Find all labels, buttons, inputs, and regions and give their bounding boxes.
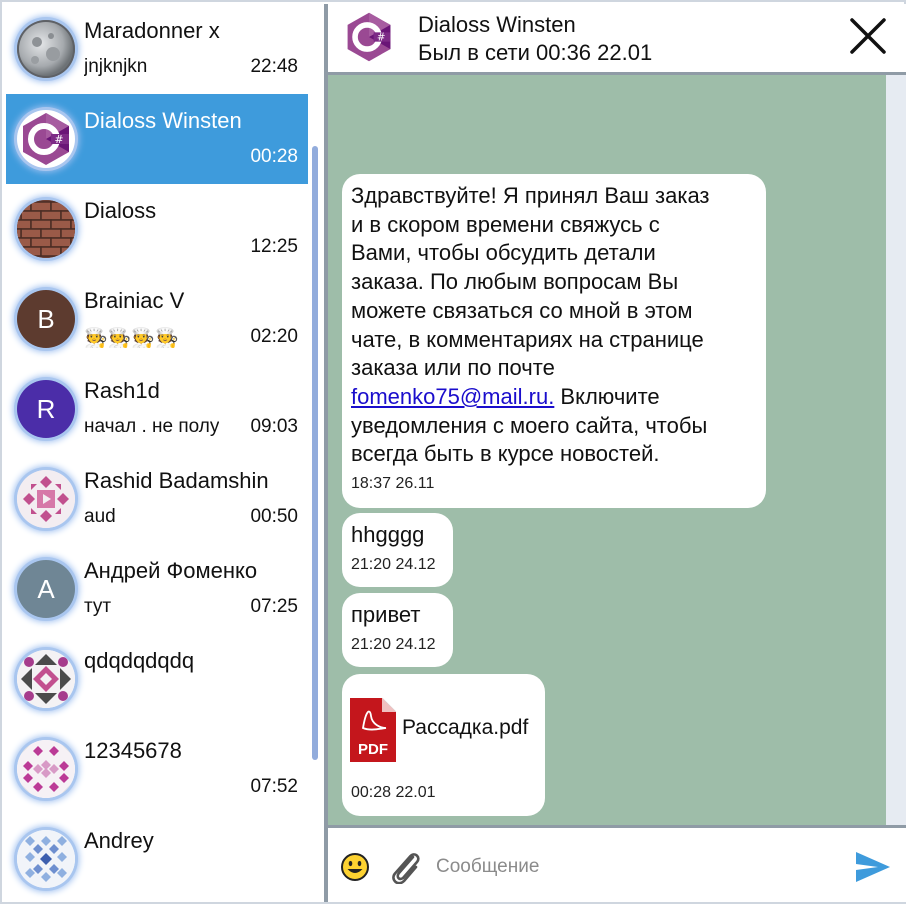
- last-seen-status: Был в сети 00:36 22.01: [418, 40, 653, 65]
- header-avatar-csharp-icon[interactable]: #: [342, 10, 396, 64]
- svg-text:#: #: [54, 133, 63, 146]
- chat-item-rash1d[interactable]: R Rash1d начал . не полу 09:03: [6, 364, 308, 454]
- avatar-identicon-blue: [17, 830, 75, 888]
- close-icon[interactable]: [848, 16, 888, 56]
- avatar-identicon-purple-gray: [17, 650, 75, 708]
- chat-time: 07:25: [250, 596, 298, 617]
- pdf-icon[interactable]: PDF: [349, 697, 397, 763]
- message-input[interactable]: [434, 846, 838, 888]
- identicon-image: [17, 830, 75, 888]
- chat-name: 12345678: [84, 738, 182, 763]
- message-composer: [328, 825, 906, 902]
- message-bubble: Здравствуйте! Я принял Ваш заказ и в ско…: [342, 174, 766, 508]
- chat-name: Brainiac V: [84, 288, 185, 313]
- chat-preview: 🧑‍🍳🧑‍🍳🧑‍🍳🧑‍🍳: [84, 328, 179, 349]
- message-text-part: Здравствуйте! Я принял Ваш заказ и в ско…: [351, 183, 710, 381]
- message-time: 21:20 24.12: [351, 555, 436, 573]
- chat-time: 00:50: [250, 506, 298, 527]
- avatar-brick-wall-photo: [17, 200, 75, 258]
- chat-time: 02:20: [250, 326, 298, 347]
- message-text: Здравствуйте! Я принял Ваш заказ и в ско…: [351, 182, 757, 469]
- chat-item-brainiac-v[interactable]: B Brainiac V 🧑‍🍳🧑‍🍳🧑‍🍳🧑‍🍳 02:20: [6, 274, 308, 364]
- chat-time: 09:03: [250, 416, 298, 437]
- pdf-badge: PDF: [358, 741, 388, 758]
- moon-image: [17, 20, 75, 78]
- chat-item-andrey-fomenko[interactable]: A Андрей Фоменко тут 07:25: [6, 544, 308, 634]
- identicon-image: [17, 740, 75, 798]
- chat-item-qdqdqdqdq[interactable]: qdqdqdqdq: [6, 634, 308, 724]
- file-name[interactable]: Рассадка.pdf: [402, 716, 528, 740]
- message-bubble-file[interactable]: PDF Рассадка.pdf 00:28 22.01: [342, 674, 545, 816]
- message-text: привет: [351, 602, 421, 627]
- chat-preview: тут: [84, 596, 112, 617]
- messenger-window: Maradonner x jnjknjkn 22:48 # Dialoss Wi…: [0, 0, 906, 904]
- chat-name: qdqdqdqdq: [84, 648, 195, 673]
- svg-text:#: #: [377, 32, 386, 44]
- emoji-icon[interactable]: [340, 852, 370, 882]
- chat-preview: aud: [84, 506, 116, 527]
- sidebar-scrollbar[interactable]: [312, 146, 318, 760]
- contact-name: Dialoss Winsten: [418, 12, 576, 37]
- avatar-initial: A: [37, 573, 55, 604]
- avatar-initial: B: [37, 303, 55, 334]
- chat-time: 07:52: [250, 776, 298, 797]
- messages-scrollbar[interactable]: [886, 75, 906, 825]
- csharp-logo-icon: #: [23, 113, 69, 165]
- avatar-moon-photo: [17, 20, 75, 78]
- chat-name: Rashid Badamshin: [84, 468, 269, 493]
- paperclip-icon[interactable]: [388, 848, 422, 884]
- message-list: Здравствуйте! Я принял Ваш заказ и в ско…: [328, 75, 886, 825]
- message-bubble: привет 21:20 24.12: [342, 593, 453, 667]
- chat-item-andrey[interactable]: Andrey: [6, 814, 308, 902]
- avatar-letter: B: [17, 290, 75, 348]
- identicon-image: [17, 470, 75, 528]
- message-time: 18:37 26.11: [351, 475, 435, 493]
- chat-item-dialoss-winsten[interactable]: # Dialoss Winsten 00:28: [6, 94, 308, 184]
- identicon-image: [17, 650, 75, 708]
- message-text: hhgggg: [351, 522, 425, 547]
- brick-wall-image: [17, 200, 75, 258]
- avatar-identicon-magenta: [17, 740, 75, 798]
- chat-item-rashid-badamshin[interactable]: Rashid Badamshin aud 00:50: [6, 454, 308, 544]
- chat-name: Dialoss: [84, 198, 157, 223]
- chat-list: Maradonner x jnjknjkn 22:48 # Dialoss Wi…: [6, 4, 308, 902]
- avatar-letter: A: [17, 560, 75, 618]
- chat-item-maradonner[interactable]: Maradonner x jnjknjkn 22:48: [6, 4, 308, 94]
- chat-name: Maradonner x: [84, 18, 220, 43]
- chat-time: 22:48: [250, 56, 298, 77]
- chat-name: Dialoss Winsten: [84, 108, 242, 133]
- email-link[interactable]: fomenko75@mail.ru.: [351, 384, 554, 409]
- send-icon[interactable]: [854, 850, 892, 884]
- chat-preview: начал . не полу: [84, 416, 220, 437]
- message-bubble: hhgggg 21:20 24.12: [342, 513, 453, 587]
- chat-item-dialoss[interactable]: Dialoss 12:25: [6, 184, 308, 274]
- avatar-csharp-logo: #: [17, 110, 75, 168]
- avatar-identicon-pink: [17, 470, 75, 528]
- chat-preview: jnjknjkn: [84, 56, 148, 77]
- avatar-initial: R: [36, 393, 56, 424]
- avatar-letter: R: [17, 380, 75, 438]
- chat-name: Andrey: [84, 828, 154, 853]
- chat-header: # Dialoss Winsten Был в сети 00:36 22.01: [328, 4, 906, 75]
- chat-name: Rash1d: [84, 378, 160, 403]
- chat-time: 12:25: [250, 236, 298, 257]
- chat-name: Андрей Фоменко: [84, 558, 258, 583]
- message-time: 00:28 22.01: [351, 784, 436, 801]
- chat-time: 00:28: [250, 146, 298, 167]
- message-time: 21:20 24.12: [351, 635, 436, 653]
- chat-item-12345678[interactable]: 12345678 07:52: [6, 724, 308, 814]
